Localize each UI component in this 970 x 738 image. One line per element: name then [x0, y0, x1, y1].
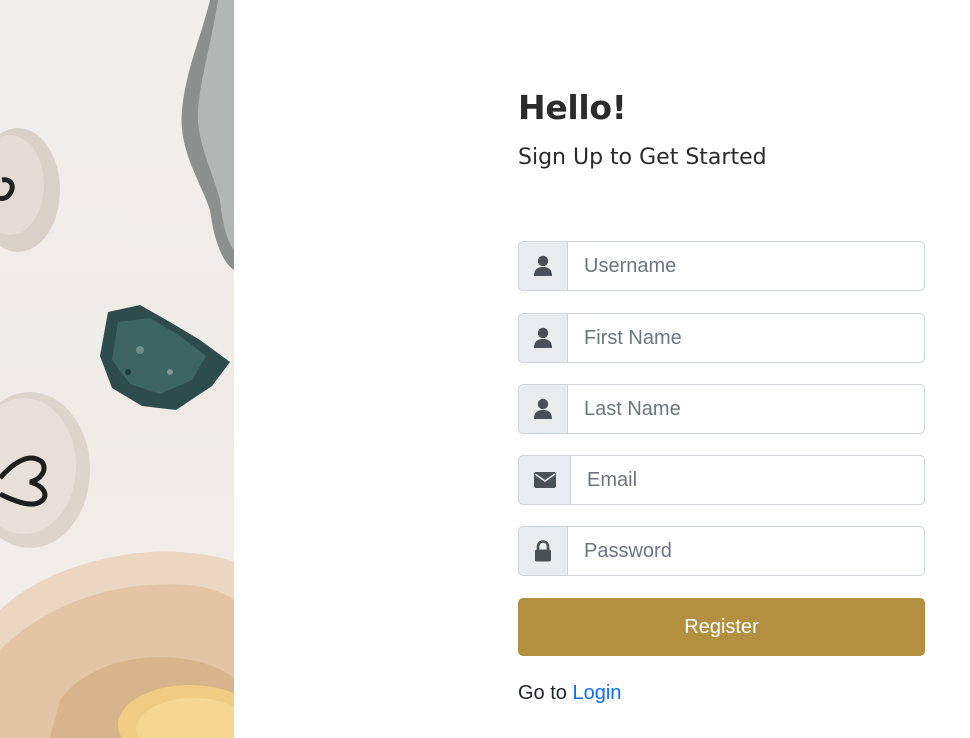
email-field-group [518, 455, 925, 505]
user-icon [518, 313, 568, 363]
lock-icon [518, 526, 568, 576]
register-button[interactable]: Register [518, 598, 925, 656]
user-icon [518, 384, 568, 434]
login-prompt: Go to Login [518, 682, 621, 705]
login-prompt-text: Go to [518, 682, 567, 704]
first-name-input[interactable] [568, 313, 925, 363]
password-input[interactable] [568, 526, 925, 576]
first-name-field-group [518, 313, 925, 363]
envelope-icon [518, 455, 571, 505]
page-title: Hello! [518, 88, 627, 127]
login-link[interactable]: Login [572, 682, 621, 704]
username-field-group [518, 241, 925, 291]
decorative-stones-image [0, 0, 234, 738]
email-input[interactable] [571, 455, 925, 505]
last-name-input[interactable] [568, 384, 925, 434]
last-name-field-group [518, 384, 925, 434]
user-icon [518, 241, 568, 291]
password-field-group [518, 526, 925, 576]
username-input[interactable] [568, 241, 925, 291]
page-subtitle: Sign Up to Get Started [518, 145, 767, 170]
